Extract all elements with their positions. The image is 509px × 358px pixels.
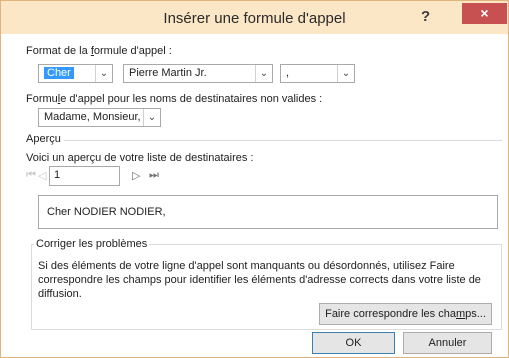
- punctuation-dropdown[interactable]: , ⌄: [280, 64, 355, 83]
- ok-button[interactable]: OK: [312, 332, 395, 354]
- chevron-down-icon[interactable]: ⌄: [255, 65, 272, 82]
- preview-description: Voici un aperçu de votre liste de destin…: [26, 152, 254, 164]
- invalid-recipients-label-text-end: e d'appel pour les noms de destinataires…: [60, 93, 323, 105]
- fix-problems-text: Si des éléments de votre ligne d'appel s…: [38, 259, 493, 301]
- close-button[interactable]: ×: [462, 3, 507, 24]
- previous-record-icon[interactable]: ◁: [38, 169, 46, 182]
- title-bar[interactable]: Insérer une formule d'appel ? ×: [1, 1, 508, 34]
- next-record-icon[interactable]: ▷: [132, 169, 140, 182]
- punctuation-value: ,: [286, 67, 290, 79]
- chevron-down-icon[interactable]: ⌄: [143, 109, 160, 126]
- first-record-icon[interactable]: ⏮: [26, 169, 36, 182]
- fix-problems-line-3: diffusion.: [38, 288, 82, 300]
- fix-problems-line-1: Si des éléments de votre ligne d'appel s…: [38, 260, 455, 272]
- help-button[interactable]: ?: [421, 8, 430, 25]
- chevron-down-icon[interactable]: ⌄: [95, 65, 112, 82]
- name-format-value: Pierre Martin Jr.: [129, 67, 207, 79]
- last-record-icon[interactable]: ⏭: [149, 169, 159, 182]
- chevron-down-icon[interactable]: ⌄: [337, 65, 354, 82]
- match-fields-label: Faire correspondre les cha: [325, 308, 456, 320]
- salutation-format-label-text: Format de la: [26, 45, 91, 57]
- invalid-recipients-label-text: Formu: [26, 93, 58, 105]
- invalid-greeting-value: Madame, Monsieur,: [44, 111, 141, 123]
- match-fields-accesskey: m: [455, 308, 466, 320]
- salutation-format-label-text-end: ormule d'appel :: [93, 45, 172, 57]
- match-fields-label-end: ps...: [465, 308, 486, 320]
- name-format-dropdown[interactable]: Pierre Martin Jr. ⌄: [123, 64, 273, 83]
- invalid-greeting-dropdown[interactable]: Madame, Monsieur, ⌄: [38, 108, 161, 127]
- preview-divider: [64, 140, 502, 141]
- fix-problems-heading: Corriger les problèmes: [34, 238, 150, 250]
- match-fields-button[interactable]: Faire correspondre les champs...: [319, 303, 492, 325]
- insert-greeting-dialog: Insérer une formule d'appel ? × Format d…: [0, 0, 509, 358]
- preview-heading: Aperçu: [26, 133, 61, 145]
- record-number-input[interactable]: 1: [49, 166, 120, 186]
- greeting-dropdown[interactable]: Cher ⌄: [38, 64, 113, 83]
- preview-text: Cher NODIER NODIER,: [47, 206, 166, 218]
- greeting-value: Cher: [44, 67, 74, 79]
- fix-problems-line-2: correspondre les champs pour identifier …: [38, 274, 481, 286]
- invalid-recipients-label: Formule d'appel pour les noms de destina…: [26, 93, 322, 105]
- salutation-format-label: Format de la formule d'appel :: [26, 45, 172, 57]
- preview-box: Cher NODIER NODIER,: [38, 195, 498, 229]
- cancel-button[interactable]: Annuler: [403, 332, 492, 354]
- dialog-title: Insérer une formule d'appel: [163, 10, 346, 27]
